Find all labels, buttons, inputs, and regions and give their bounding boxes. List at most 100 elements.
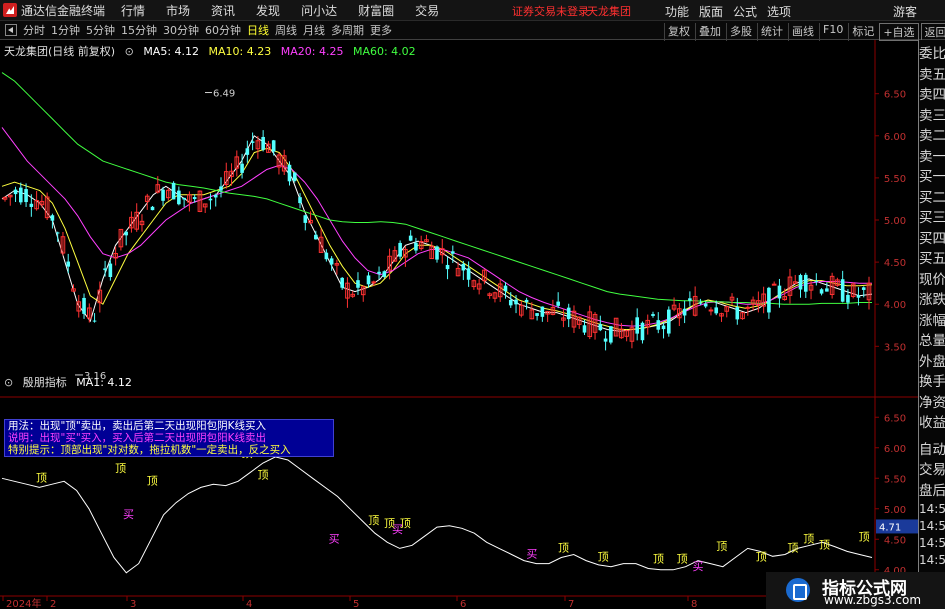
candle-body <box>177 190 181 205</box>
menu-item-discover[interactable]: 发现 <box>256 2 280 19</box>
candle-body <box>329 258 334 265</box>
candle-body <box>609 326 613 343</box>
statistics-button[interactable]: 统计 <box>757 23 786 41</box>
sub-y-tick-label: 6.00 <box>884 444 906 455</box>
period-monthly[interactable]: 月线 <box>303 22 325 38</box>
top-signal-label: 顶 <box>819 538 830 551</box>
candle-body <box>92 320 97 322</box>
stock-name-link[interactable]: 天龙集团 <box>587 3 631 19</box>
settings-icon[interactable]: ⊙ <box>125 45 134 58</box>
trade-time: 14:56 <box>919 519 945 533</box>
period-intraday[interactable]: 分时 <box>23 22 45 38</box>
period-5min[interactable]: 5分钟 <box>86 22 115 38</box>
mark-button[interactable]: 标记 <box>848 23 877 41</box>
candle-body <box>192 197 197 200</box>
y-tick-label: 4.00 <box>884 300 906 311</box>
candle-body <box>287 164 292 182</box>
candle-body <box>314 234 318 240</box>
panel-mode-label[interactable]: 盘后 <box>919 481 945 502</box>
menu-item-formula[interactable]: 公式 <box>733 3 757 20</box>
candle-body <box>767 287 771 313</box>
candle-body <box>382 271 387 277</box>
return-button[interactable]: 返回 <box>920 23 945 41</box>
candle-body <box>603 338 608 342</box>
menu-item-layout[interactable]: 版面 <box>699 3 723 20</box>
multi-stock-button[interactable]: 多股 <box>726 23 755 41</box>
top-signal-label: 顶 <box>598 551 609 564</box>
menu-item-quotes[interactable]: 行情 <box>121 2 145 19</box>
back-arrow-icon[interactable] <box>5 24 17 36</box>
menu-item-news[interactable]: 资讯 <box>211 2 235 19</box>
candle-body <box>250 141 255 143</box>
candle-body <box>161 189 165 201</box>
top-signal-label: 顶 <box>756 551 767 564</box>
menu-item-market[interactable]: 市场 <box>166 2 190 19</box>
site-watermark: 指标公式网 www.zbgs3.com <box>766 572 945 609</box>
quote-field-label: 外盘 <box>919 353 945 370</box>
period-more[interactable]: 更多 <box>370 22 392 38</box>
quote-field-label: 收益 <box>919 415 945 431</box>
trade-time: 14:57 <box>919 536 945 550</box>
candle-body <box>13 189 18 195</box>
candle-body <box>82 297 86 314</box>
candle-body <box>814 280 819 282</box>
candle-body <box>19 187 23 203</box>
top-signal-label: 顶 <box>653 552 664 565</box>
sub-y-tick-label: 6.50 <box>884 413 906 424</box>
candle-body <box>514 299 518 305</box>
candle-body <box>213 194 218 198</box>
candle-body <box>566 307 571 320</box>
panel-mode-label[interactable]: 自动 <box>919 440 945 461</box>
quote-field-label: 卖五 <box>919 66 945 83</box>
period-15min[interactable]: 15分钟 <box>121 22 157 38</box>
menu-item-wealth[interactable]: 财富圈 <box>358 2 394 19</box>
menu-item-function[interactable]: 功能 <box>665 3 689 20</box>
period-1min[interactable]: 1分钟 <box>51 22 80 38</box>
x-tick-label: 2024年 <box>6 597 41 609</box>
indicator-settings-icon[interactable]: ⊙ <box>4 376 13 389</box>
chart-area: 3.504.004.505.005.506.006.504.004.505.00… <box>0 40 945 609</box>
series-line-ma20 <box>1 127 872 327</box>
period-30min[interactable]: 30分钟 <box>163 22 199 38</box>
menu-item-options[interactable]: 选项 <box>767 3 791 20</box>
candle-body <box>182 197 186 200</box>
x-tick-label: 4 <box>246 599 252 609</box>
period-daily[interactable]: 日线 <box>247 22 269 38</box>
candle-body <box>461 263 466 271</box>
candle-body <box>398 242 402 257</box>
candle-body <box>771 283 777 286</box>
period-weekly[interactable]: 周线 <box>275 22 297 38</box>
overlay-button[interactable]: 叠加 <box>695 23 724 41</box>
top-signal-label: 顶 <box>787 541 798 554</box>
ma60-label: MA60: 4.02 <box>352 45 416 58</box>
period-60min[interactable]: 60分钟 <box>205 22 241 38</box>
candle-body <box>735 307 740 320</box>
draw-line-button[interactable]: 画线 <box>788 23 817 41</box>
candle-body <box>708 309 714 312</box>
f10-button[interactable]: F10 <box>819 23 846 41</box>
add-watchlist-button[interactable]: +自选 <box>879 23 919 41</box>
guest-user[interactable]: 游客 <box>893 3 917 20</box>
indicator-info-box: 用法：出现"顶"卖出，卖出后第二天出现阳包阴K线买入 说明：出现"买"买入，买入… <box>4 419 334 457</box>
candle-body <box>435 246 439 260</box>
top-signal-label: 顶 <box>859 530 870 543</box>
panel-mode-label[interactable]: 交易 <box>919 460 945 481</box>
quote-field-label: 买一 <box>919 169 945 185</box>
menu-item-trade[interactable]: 交易 <box>415 2 439 19</box>
quote-field-label: 买五 <box>919 251 945 267</box>
candle-body <box>819 289 824 294</box>
ma10-label: MA10: 4.23 <box>208 45 272 58</box>
main-menu: 行情 市场 资讯 发现 问小达 财富圈 交易 <box>121 2 460 19</box>
candle-body <box>150 206 155 211</box>
indicator-title[interactable]: 殷朋指标 <box>23 376 67 389</box>
adjust-button[interactable]: 复权 <box>664 23 693 41</box>
candle-body <box>50 215 55 221</box>
quote-field-label: 现价 <box>919 271 945 288</box>
candle-body <box>698 302 703 304</box>
chart-canvas[interactable]: 3.504.004.505.005.506.006.504.004.505.00… <box>0 40 918 609</box>
login-status[interactable]: 证券交易未登录 <box>512 3 589 19</box>
sub-y-tick-label: 5.00 <box>884 505 906 516</box>
period-multi[interactable]: 多周期 <box>331 22 364 38</box>
quote-field-label: 涨跌 <box>919 292 945 308</box>
menu-item-ask[interactable]: 问小达 <box>301 2 337 19</box>
